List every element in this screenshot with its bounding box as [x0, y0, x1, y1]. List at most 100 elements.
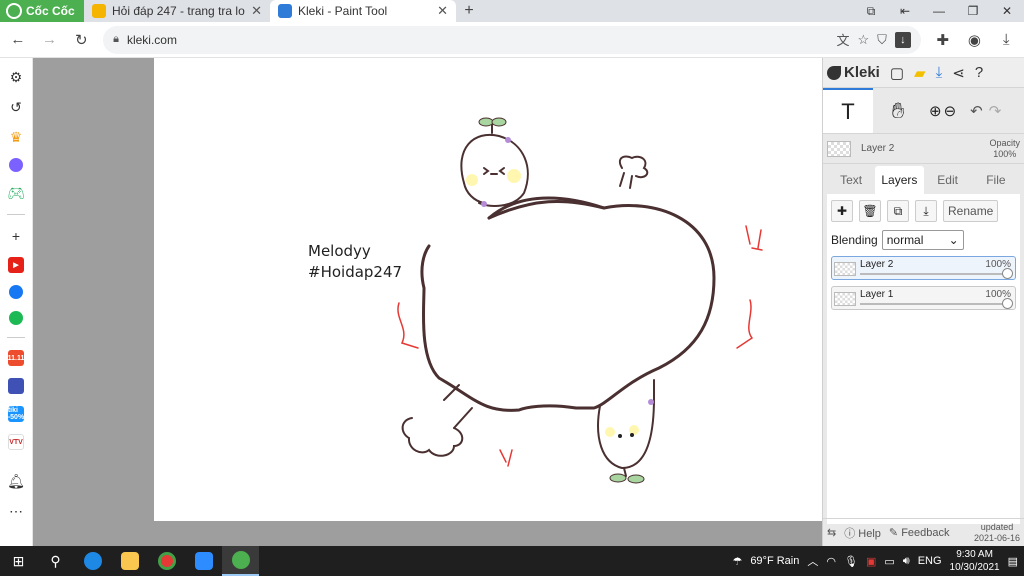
- microphone-icon[interactable]: 🎙︎: [844, 555, 858, 568]
- rename-button[interactable]: Rename: [943, 200, 999, 222]
- help-button[interactable]: ⓘ Help: [844, 525, 881, 541]
- facebook-icon[interactable]: [9, 285, 23, 299]
- shopee-icon[interactable]: 11.11: [8, 350, 24, 366]
- network-icon[interactable]: ◠: [826, 555, 836, 568]
- spotify-icon[interactable]: [9, 311, 23, 325]
- zoom-app-button[interactable]: [185, 546, 222, 576]
- close-icon[interactable]: ✕: [251, 3, 262, 19]
- game-icon[interactable]: 🎮︎: [7, 184, 25, 202]
- share-icon[interactable]: ⋖: [952, 64, 965, 82]
- feedback-button[interactable]: ✎ Feedback: [889, 526, 950, 539]
- hoidap-favicon-icon: [92, 4, 106, 18]
- kleki-side-panel: Kleki ▢ ▰ ⤓ ⋖ ? T ✋︎ ⊕ ⊖ ↶ ↷ Layer 2 Opa…: [822, 58, 1024, 546]
- tab-file[interactable]: File: [972, 166, 1020, 194]
- layer-opacity-track[interactable]: [860, 303, 1009, 305]
- opacity-label: Opacity: [989, 137, 1020, 148]
- bell-icon[interactable]: 🔔︎: [7, 472, 25, 490]
- profile-icon[interactable]: ◉: [965, 30, 985, 50]
- new-image-icon[interactable]: ▢: [890, 64, 904, 82]
- battery-icon[interactable]: ▭: [884, 555, 894, 568]
- windows-start-icon[interactable]: ⊞: [0, 546, 37, 576]
- zoom-out-icon[interactable]: ⊖: [944, 102, 957, 120]
- history-icon[interactable]: ↺: [7, 98, 25, 116]
- weather-text[interactable]: 69°F Rain: [750, 555, 799, 567]
- gear-icon[interactable]: ⚙: [7, 68, 25, 86]
- more-icon[interactable]: ⋯: [7, 502, 25, 520]
- open-folder-icon[interactable]: ▰: [914, 64, 926, 82]
- blending-label: Blending: [831, 233, 878, 247]
- layer-opacity-handle[interactable]: [1002, 268, 1013, 279]
- volume-icon[interactable]: 🔊︎: [903, 555, 910, 568]
- duplicate-layer-icon[interactable]: ⧉: [887, 200, 909, 222]
- layer-row[interactable]: Layer 2 100%: [831, 256, 1016, 280]
- cast-icon[interactable]: ⧉: [854, 0, 888, 22]
- chrome-app-button[interactable]: [148, 546, 185, 576]
- tab-edit[interactable]: Edit: [924, 166, 972, 194]
- add-icon[interactable]: +: [7, 227, 25, 245]
- new-tab-button[interactable]: +: [456, 0, 482, 22]
- redo-icon[interactable]: ↷: [989, 102, 1002, 120]
- kleki-workspace[interactable]: Melodyy #Hoidap247: [33, 58, 822, 546]
- language-indicator[interactable]: ENG: [918, 555, 942, 567]
- translate-icon[interactable]: 文: [836, 30, 849, 49]
- windows-taskbar: ⊞ ⚲ ☂ 69°F Rain ︿ ◠ 🎙︎ ▣ ▭ 🔊︎ ENG 9:30 A…: [0, 546, 1024, 576]
- forward-arrow-icon[interactable]: →: [40, 30, 60, 50]
- clock[interactable]: 9:30 AM 10/30/2021: [950, 548, 1000, 574]
- blending-select[interactable]: normal ⌄: [881, 230, 964, 250]
- lock-icon[interactable]: 🔒︎: [113, 33, 119, 46]
- add-layer-icon[interactable]: ✚: [831, 200, 853, 222]
- restore-button[interactable]: ❐: [956, 0, 990, 22]
- close-icon[interactable]: ✕: [437, 3, 448, 19]
- tool-row: T ✋︎ ⊕ ⊖ ↶ ↷: [823, 88, 1024, 134]
- zoom-in-icon[interactable]: ⊕: [929, 102, 942, 120]
- folder-icon: [120, 552, 139, 570]
- search-icon[interactable]: ⚲: [37, 546, 74, 576]
- tiki-icon[interactable]: tiki -50%: [8, 406, 24, 422]
- messenger-icon[interactable]: [9, 158, 23, 172]
- help-circle-icon[interactable]: ?: [975, 64, 983, 81]
- merge-layer-icon[interactable]: ⤓: [915, 200, 937, 222]
- vtv-icon[interactable]: VTV: [8, 434, 24, 450]
- extensions-icon[interactable]: ✚: [933, 30, 953, 50]
- layer-opacity-handle[interactable]: [1002, 298, 1013, 309]
- download-icon[interactable]: ⤓: [936, 64, 943, 81]
- address-bar[interactable]: 🔒︎ kleki.com 文 ☆ ⛉ ↓: [103, 25, 921, 54]
- coccoc-app-button[interactable]: [222, 546, 259, 576]
- weather-icon[interactable]: ☂: [732, 555, 742, 568]
- download-page-icon[interactable]: ↓: [894, 31, 911, 48]
- shield-icon[interactable]: ⛉: [877, 32, 887, 48]
- game-app-icon[interactable]: [8, 378, 24, 394]
- notification-icon[interactable]: ▤: [1008, 555, 1018, 568]
- back-arrow-icon[interactable]: ←: [8, 30, 28, 50]
- kleki-logo-icon: [827, 65, 841, 80]
- coccoc-menu-button[interactable]: Cốc Cốc: [0, 0, 84, 22]
- edge-app-button[interactable]: [74, 546, 111, 576]
- layer-opacity-track[interactable]: [860, 273, 1009, 275]
- tab-hoidap247[interactable]: Hỏi đáp 247 - trang tra loi ✕: [84, 0, 270, 22]
- brand-label: Cốc Cốc: [26, 4, 75, 18]
- drawing-canvas[interactable]: Melodyy #Hoidap247: [154, 58, 822, 521]
- updated-info: updated 2021-06-16: [974, 522, 1020, 544]
- close-window-button[interactable]: ✕: [990, 0, 1024, 22]
- undo-icon[interactable]: ↶: [970, 102, 983, 120]
- tab-layers[interactable]: Layers: [875, 166, 924, 194]
- file-explorer-button[interactable]: [111, 546, 148, 576]
- downloads-icon[interactable]: ⤓: [996, 30, 1016, 50]
- antivirus-icon[interactable]: ▣: [866, 555, 876, 568]
- back-to-tab-icon[interactable]: ⇤: [888, 0, 922, 22]
- url-text[interactable]: kleki.com: [127, 33, 177, 47]
- hand-tool-button[interactable]: ✋︎: [873, 88, 923, 133]
- youtube-icon[interactable]: ▶: [8, 257, 24, 273]
- reload-icon[interactable]: ↻: [71, 30, 91, 50]
- edge-icon: [83, 552, 102, 570]
- minimize-button[interactable]: —: [922, 0, 956, 22]
- tab-text[interactable]: Text: [827, 166, 875, 194]
- layer-row[interactable]: Layer 1 100%: [831, 286, 1016, 310]
- text-tool-button[interactable]: T: [823, 88, 873, 133]
- tab-kleki[interactable]: Kleki - Paint Tool ✕: [270, 0, 456, 22]
- chevron-up-icon[interactable]: ︿: [807, 553, 818, 569]
- crown-icon[interactable]: ♛: [7, 128, 25, 146]
- swap-icon[interactable]: ⇆: [827, 526, 836, 539]
- bookmark-star-icon[interactable]: ☆: [858, 32, 870, 48]
- delete-layer-icon[interactable]: 🗑︎: [859, 200, 881, 222]
